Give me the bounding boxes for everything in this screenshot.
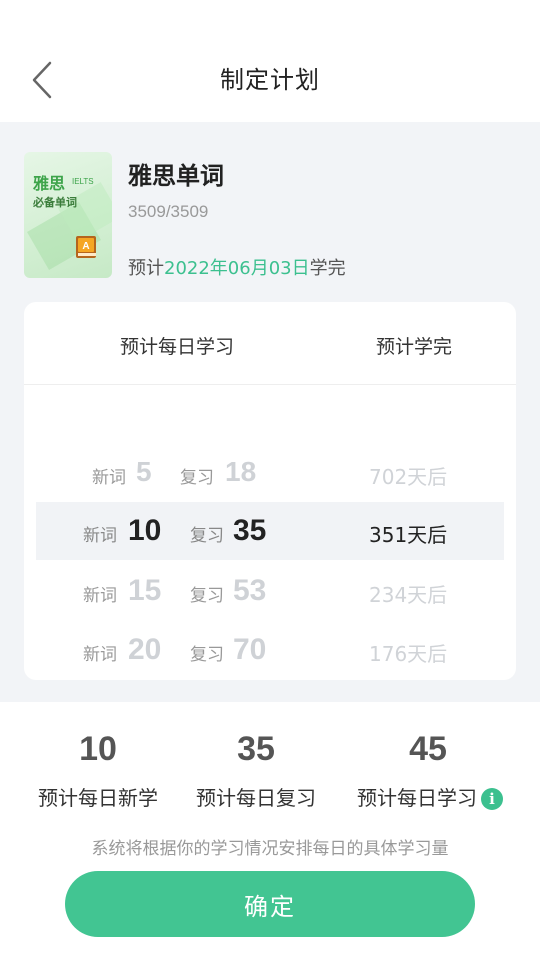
- book-cover[interactable]: 雅思 IELTS 必备单词 A: [24, 152, 112, 278]
- daily-review-value: 35: [237, 730, 275, 768]
- cover-subtitle: 必备单词: [33, 196, 77, 209]
- review-count: 18: [225, 456, 257, 487]
- new-words-label: 新词: [83, 586, 117, 606]
- new-words-label: 新词: [83, 645, 117, 665]
- daily-total-value: 45: [409, 730, 447, 768]
- plan-option-row-selected[interactable]: 新词 10 复习 35 351天后: [36, 502, 504, 560]
- column-header-daily: 预计每日学习: [120, 336, 235, 358]
- cover-tag: IELTS: [72, 177, 94, 186]
- book-progress: 3509/3509: [128, 202, 209, 221]
- new-words-count: 20: [128, 633, 162, 666]
- estimate-date: 2022年06月03日: [164, 258, 310, 279]
- plan-option-row[interactable]: 新词 20 复习 70 176天后: [24, 621, 516, 679]
- daily-new-value: 10: [79, 730, 117, 768]
- new-words-count: 15: [128, 574, 162, 607]
- review-count: 35: [233, 514, 267, 547]
- plan-option-row[interactable]: 新词 15 复习 53 234天后: [24, 562, 516, 620]
- finish-days: 702天后: [369, 465, 448, 489]
- review-label: 复习: [190, 645, 224, 665]
- column-header-finish: 预计学完: [376, 336, 453, 358]
- book-name: 雅思单词: [128, 162, 224, 190]
- estimate-suffix: 学完: [309, 258, 346, 279]
- finish-days: 351天后: [369, 523, 448, 547]
- summary-panel: 10 预计每日新学 35 预计每日复习 45 预计每日学习 i 系统将根据你的学习…: [0, 702, 540, 960]
- divider: [24, 384, 516, 385]
- daily-total-label: 预计每日学习: [357, 786, 477, 810]
- new-words-count: 5: [136, 456, 152, 487]
- plan-page: 制定计划 雅思 IELTS 必备单词 A 雅思单词 3509/3509 预计20…: [0, 0, 540, 960]
- new-words-count: 10: [128, 514, 162, 547]
- new-words-label: 新词: [92, 468, 126, 488]
- review-label: 复习: [180, 468, 214, 488]
- finish-days: 176天后: [369, 642, 448, 666]
- page-title: 制定计划: [220, 66, 320, 94]
- daily-total-label-group: 预计每日学习 i: [340, 782, 520, 811]
- new-words-label: 新词: [83, 526, 117, 546]
- review-count: 53: [233, 574, 267, 607]
- confirm-button[interactable]: 确定: [65, 871, 475, 937]
- review-label: 复习: [190, 526, 224, 546]
- review-count: 70: [233, 633, 267, 666]
- info-icon[interactable]: i: [481, 788, 503, 810]
- daily-new-label: 预计每日新学: [38, 786, 158, 810]
- cover-title: 雅思: [33, 174, 66, 193]
- plan-picker-card: 预计每日学习 预计学完 新词 5 复习 18 702天后 新词 10 复习 35…: [24, 302, 516, 680]
- review-label: 复习: [190, 586, 224, 606]
- book-estimate: 预计2022年06月03日学完: [128, 254, 346, 280]
- daily-review-label: 预计每日复习: [196, 786, 316, 810]
- content-area: 雅思 IELTS 必备单词 A 雅思单词 3509/3509 预计2022年06…: [0, 122, 540, 702]
- plan-option-row[interactable]: 新词 5 复习 18 702天后: [24, 444, 516, 502]
- finish-days: 234天后: [369, 583, 448, 607]
- hint-text: 系统将根据你的学习情况安排每日的具体学习量: [91, 839, 449, 859]
- estimate-prefix: 预计: [128, 258, 164, 279]
- header: 制定计划: [0, 0, 540, 122]
- svg-text:A: A: [82, 241, 89, 252]
- book-icon: A: [76, 236, 96, 258]
